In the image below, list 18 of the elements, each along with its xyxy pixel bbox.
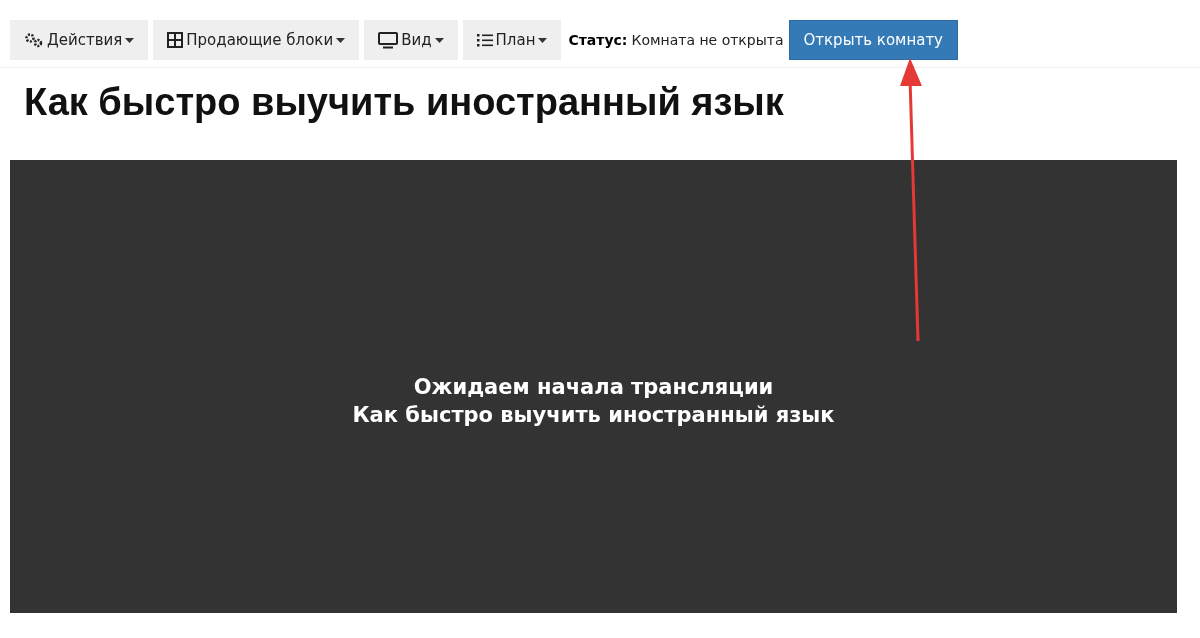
gears-icon [24,32,44,48]
caret-icon [336,37,346,43]
menu-button[interactable]: План [462,20,562,60]
status-value: Комната не открыта [631,32,784,48]
menu-button[interactable]: Вид [364,20,458,60]
player-message: Как быстро выучить иностранный язык [352,401,835,429]
caret-icon [125,37,135,43]
monitor-icon [378,31,399,49]
caret-icon [538,37,548,43]
grid-icon [167,32,184,48]
caret-icon [434,37,444,43]
page-title: Как быстро выучить иностранный язык [24,80,785,125]
open-room-button[interactable]: Открыть комнату [788,20,958,60]
menu-button[interactable]: Действия [10,20,149,60]
menu-button[interactable]: Продающие блоки [153,20,360,60]
status-label: Статус: [568,32,628,48]
list-icon [476,33,493,47]
player-message: Ожидаем начала трансляции [412,373,775,401]
